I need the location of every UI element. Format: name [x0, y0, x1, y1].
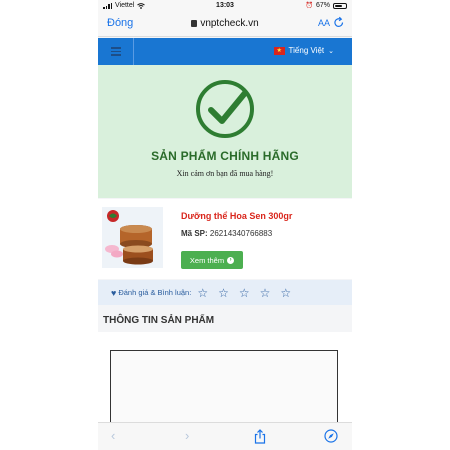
site-navbar: Tiếng Việt ⌄ — [98, 38, 352, 65]
verification-banner: SẢN PHẨM CHÍNH HÃNG Xin cảm ơn bạn đã mu… — [98, 65, 352, 198]
hamburger-icon[interactable] — [98, 38, 134, 65]
view-more-button[interactable]: Xem thêm › — [181, 251, 243, 269]
chevron-down-icon: ⌄ — [328, 47, 334, 55]
product-sku: Mã SP: 26214340766883 — [181, 229, 272, 238]
star-icon[interactable]: ☆ — [239, 287, 250, 299]
star-icon[interactable]: ☆ — [197, 287, 208, 299]
language-label: Tiếng Việt — [288, 46, 325, 55]
battery-icon — [333, 2, 347, 9]
phone-screen: Viettel 13:03 ⏰ 67% Đóng vnptcheck.vn AA… — [98, 0, 352, 450]
reload-icon[interactable] — [333, 16, 345, 30]
rating-bar: ♥ Đánh giá & Bình luận: ☆ ☆ ☆ ☆ ☆ — [98, 280, 352, 305]
star-icon[interactable]: ☆ — [218, 287, 229, 299]
sku-value: 26214340766883 — [209, 229, 273, 238]
share-icon[interactable] — [253, 429, 267, 444]
alarm-icon: ⏰ — [305, 3, 313, 9]
rating-label: Đánh giá & Bình luận: — [118, 288, 192, 297]
heart-icon: ♥ — [111, 287, 117, 298]
info-section-title: THÔNG TIN SẢN PHẨM — [103, 315, 215, 326]
star-icon[interactable]: ☆ — [280, 287, 291, 299]
browser-address-bar: Đóng vnptcheck.vn AA — [98, 13, 352, 37]
arrow-right-circle-icon: › — [227, 256, 235, 264]
status-bar: Viettel 13:03 ⏰ 67% — [98, 0, 352, 13]
product-card: Dưỡng thể Hoa Sen 300gr Mã SP: 262143407… — [98, 199, 352, 279]
url-field[interactable]: vnptcheck.vn — [98, 18, 352, 29]
compass-icon[interactable] — [324, 429, 338, 443]
battery-percent: 67% — [315, 2, 330, 9]
text-size-button[interactable]: AA — [318, 18, 330, 28]
url-text: vnptcheck.vn — [200, 18, 259, 29]
status-right: ⏰ 67% — [305, 2, 347, 9]
vietnam-flag-icon — [273, 46, 285, 55]
view-more-label: Xem thêm — [189, 255, 225, 265]
verification-title: SẢN PHẨM CHÍNH HÃNG — [151, 149, 299, 163]
sku-label: Mã SP: — [181, 229, 208, 238]
info-section — [98, 332, 352, 440]
back-icon[interactable]: ‹ — [111, 429, 115, 443]
lock-icon — [191, 20, 198, 27]
star-icon[interactable]: ☆ — [260, 287, 271, 299]
language-selector[interactable]: Tiếng Việt ⌄ — [273, 46, 334, 55]
check-circle-icon — [196, 80, 254, 138]
battery-fill — [335, 4, 342, 7]
verification-subtitle: Xin cảm ơn bạn đã mua hàng! — [176, 169, 274, 178]
star-rating: ☆ ☆ ☆ ☆ ☆ — [197, 287, 291, 299]
product-name[interactable]: Dưỡng thể Hoa Sen 300gr — [181, 211, 292, 221]
browser-toolbar: ‹ › — [98, 422, 352, 450]
product-image — [102, 207, 163, 268]
forward-icon[interactable]: › — [185, 429, 189, 443]
